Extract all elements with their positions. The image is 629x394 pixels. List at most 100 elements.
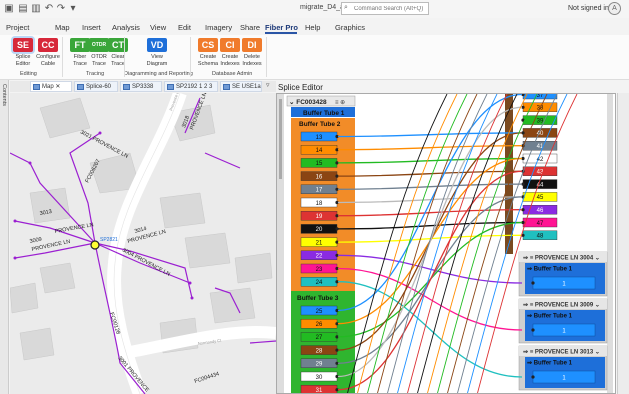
sign-in-status[interactable]: Not signed in: [568, 5, 609, 12]
fiber-row-25[interactable]: 25: [300, 305, 339, 316]
fiber-row-48[interactable]: 48: [521, 230, 558, 241]
fiber-row-19[interactable]: 19: [300, 210, 339, 221]
fiber-row-28[interactable]: 28: [300, 345, 339, 355]
tab-imagery[interactable]: Imagery: [205, 23, 232, 32]
fiber-row-44[interactable]: 44: [521, 179, 558, 189]
fiber-row-29[interactable]: 29: [300, 358, 339, 368]
fiber-row-15[interactable]: 15: [300, 158, 339, 168]
create-schema-button[interactable]: CS: [198, 38, 218, 52]
fiber-port[interactable]: [531, 375, 535, 379]
tab-analysis[interactable]: Analysis: [112, 23, 140, 32]
fiber-row-45[interactable]: 45: [521, 192, 558, 202]
fiber-row-27[interactable]: 27: [300, 332, 339, 342]
map-label: 3009: [29, 237, 42, 245]
fiber-number: 23: [316, 267, 323, 273]
tab-project[interactable]: Project: [6, 23, 29, 32]
tab-share[interactable]: Share: [240, 23, 260, 32]
fiber-connection-line[interactable]: [337, 170, 523, 177]
fiber-row-18[interactable]: 18: [300, 197, 339, 208]
fiber-row-46[interactable]: 46: [521, 204, 558, 215]
fiber-port[interactable]: [531, 328, 535, 332]
fiber-number: 30: [316, 375, 323, 381]
doc-tab-sp2192[interactable]: SP2192 1 2 3 4: [164, 81, 218, 101]
fiber-row-30[interactable]: 30: [300, 371, 339, 382]
otdr-trace-button[interactable]: OTDR: [89, 38, 109, 52]
fiber-number: 18: [316, 201, 323, 207]
fiber-connection-line[interactable]: [337, 132, 523, 138]
configure-cable-label: Configure Cable: [36, 54, 60, 67]
fiber-row-13[interactable]: 13: [300, 131, 339, 142]
group-separator: [266, 37, 267, 77]
clear-trace-button[interactable]: CT: [108, 38, 128, 52]
tab-insert[interactable]: Insert: [82, 23, 101, 32]
doc-tab-sp3338[interactable]: SP3338: [120, 81, 162, 92]
quick-access-dropdown-icon[interactable]: ▾: [67, 3, 79, 15]
fiber-trace-button[interactable]: FT: [70, 38, 90, 52]
collapse-icon[interactable]: ⌄: [289, 99, 296, 106]
fiber-row-26[interactable]: 26: [300, 318, 339, 329]
undo-icon[interactable]: ↶: [43, 3, 55, 15]
fiber-connection-line[interactable]: [337, 209, 523, 217]
fiber-row-43[interactable]: 43: [521, 166, 558, 177]
fiber-row-22[interactable]: 22: [300, 250, 339, 261]
map-view[interactable]: Provence Ln Normandy Ct 3021 PROVENCE LN…: [10, 93, 276, 394]
contents-pane-strip[interactable]: [0, 80, 9, 394]
doc-tab-map[interactable]: Map ✕: [30, 81, 72, 92]
fiber-row-14[interactable]: 14: [300, 145, 339, 155]
create-indexes-button[interactable]: CI: [220, 38, 240, 52]
doc-tab-se-use1a[interactable]: SE USE1a: [220, 81, 262, 92]
doc-tab-splice-60[interactable]: Splice-60: [74, 81, 118, 92]
splice-editor-button[interactable]: SE: [13, 38, 33, 52]
chevron-down-icon[interactable]: ⌄: [593, 350, 600, 356]
contents-pane-label[interactable]: Contents: [1, 84, 7, 106]
tab-edit[interactable]: Edit: [178, 23, 191, 32]
tab-map[interactable]: Map: [55, 23, 70, 32]
configure-cable-button[interactable]: CC: [38, 38, 58, 52]
group-separator: [62, 37, 63, 77]
cable-card[interactable]: ⇒ ≡ PROVENCE LN 3013 ⌄⇒ Buffer Tube 11: [518, 345, 608, 391]
view-diagram-button[interactable]: VD: [147, 38, 167, 52]
save-icon[interactable]: ▥: [30, 3, 42, 15]
chevron-down-icon[interactable]: ⌄: [593, 303, 600, 309]
selected-splice-point[interactable]: [90, 240, 100, 250]
fiber-connection-line[interactable]: [337, 267, 523, 331]
tab-graphics[interactable]: Graphics: [335, 23, 365, 32]
delete-indexes-button[interactable]: DI: [242, 38, 262, 52]
fiber-connection-line[interactable]: [337, 157, 523, 164]
tab-list-dropdown-icon[interactable]: ▿: [266, 81, 270, 89]
fiber-row-16[interactable]: 16: [300, 171, 339, 181]
fiber-row-41[interactable]: 41: [521, 141, 558, 151]
cable-header-icons[interactable]: ≡ ⊕: [335, 100, 345, 106]
tab-fiber-pro[interactable]: Fiber Pro: [265, 23, 298, 32]
buffer-tube-3-label: Buffer Tube 3: [297, 295, 339, 302]
fiber-connection-line[interactable]: [337, 183, 523, 190]
cable-card[interactable]: ⇒ ≡ PROVENCE LN 3009 ⌄⇒ Buffer Tube 11: [518, 298, 608, 344]
close-icon[interactable]: ✕: [54, 84, 60, 90]
fiber-row-21[interactable]: 21: [300, 237, 339, 247]
fiber-number: 31: [316, 388, 323, 394]
avatar[interactable]: A: [608, 2, 621, 15]
fiber-connection-line[interactable]: [337, 145, 523, 151]
fiber-row-17[interactable]: 17: [300, 184, 339, 195]
right-scrollbar[interactable]: [607, 94, 613, 394]
redo-icon[interactable]: ↷: [55, 3, 67, 15]
tab-view[interactable]: View: [150, 23, 166, 32]
fiber-port[interactable]: [531, 281, 535, 285]
scrollbar-thumb[interactable]: [279, 99, 282, 179]
new-project-icon[interactable]: ▤: [17, 3, 29, 15]
group-label-diagramming: Diagramming and Reporting: [124, 71, 193, 77]
cable-card[interactable]: ⇒ ≡ PROVENCE LN 3004 ⌄⇒ Buffer Tube 11: [518, 251, 608, 297]
fiber-row-39[interactable]: 39: [521, 115, 558, 125]
tab-help[interactable]: Help: [305, 23, 320, 32]
splice-editor-canvas[interactable]: ⌄ FC003428 ≡ ⊕ Buffer Tube 1 Buffer Tube…: [276, 93, 616, 394]
chevron-down-icon[interactable]: ⌄: [593, 256, 600, 262]
command-search-input[interactable]: [341, 2, 429, 15]
group-separator: [124, 37, 125, 77]
right-dock-pane[interactable]: [617, 93, 629, 394]
fiber-number: 21: [316, 240, 323, 246]
fiber-row-31[interactable]: 31: [300, 385, 339, 394]
fiber-row-24[interactable]: 24: [300, 276, 339, 287]
fiber-number: 26: [316, 322, 323, 328]
fiber-row-20[interactable]: 20: [300, 224, 339, 234]
fiber-row-23[interactable]: 23: [300, 263, 339, 274]
